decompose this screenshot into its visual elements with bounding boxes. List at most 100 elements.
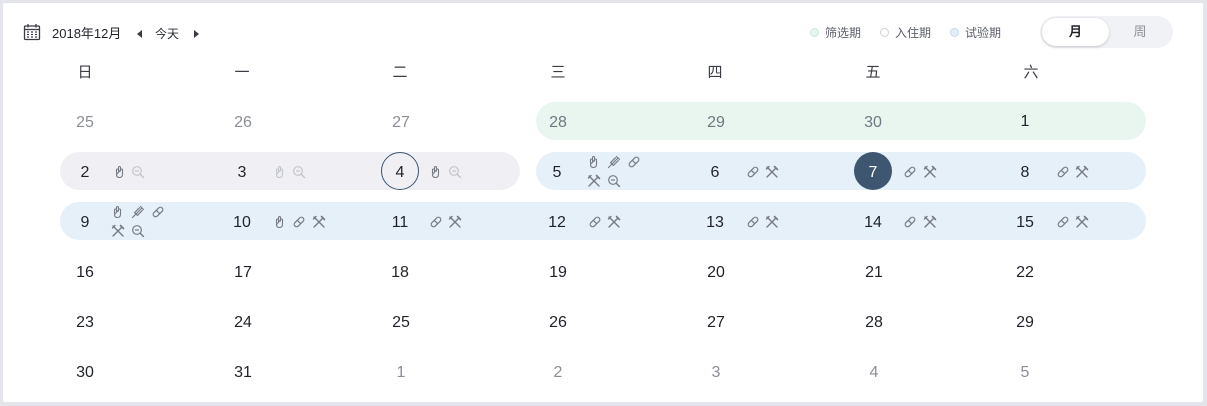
weekday-wed: 三: [550, 64, 566, 81]
weekday-thu: 四: [707, 64, 723, 81]
day-cell[interactable]: 21: [859, 263, 889, 283]
today-day-cell[interactable]: 4: [385, 163, 415, 183]
today-button[interactable]: 今天: [155, 26, 179, 42]
legend-dot-trial: [950, 28, 959, 37]
day-cell[interactable]: 18: [385, 263, 415, 283]
legend-label: 入住期: [895, 26, 932, 40]
pill-icon: [903, 215, 917, 229]
pill-icon: [903, 165, 917, 179]
tools-icon: [923, 215, 937, 229]
day-cell[interactable]: 2: [543, 363, 573, 383]
day-cell[interactable]: 11: [385, 213, 415, 233]
day-cell[interactable]: 26: [543, 313, 573, 333]
day-cell[interactable]: 28: [543, 113, 573, 133]
day-cell[interactable]: 5: [542, 163, 572, 183]
tools-icon: [111, 224, 125, 238]
day-cell[interactable]: 1: [1010, 112, 1040, 132]
day-cell[interactable]: 4: [859, 363, 889, 383]
day-cell[interactable]: 12: [542, 213, 572, 233]
day-cell[interactable]: 2: [70, 163, 100, 183]
day-cell[interactable]: 19: [543, 263, 573, 283]
tools-icon: [1075, 215, 1089, 229]
month-view-button[interactable]: 月: [1042, 18, 1109, 46]
caret-right-icon[interactable]: [190, 25, 202, 43]
day-cell[interactable]: 17: [228, 263, 258, 283]
day-cell[interactable]: 26: [228, 113, 258, 133]
legend-dot-screening: [810, 28, 819, 37]
day-cell[interactable]: 8: [1010, 163, 1040, 183]
trial-period-band: [60, 202, 1146, 240]
day-cell[interactable]: 23: [70, 313, 100, 333]
pill-icon: [151, 205, 165, 219]
day-cell[interactable]: 15: [1010, 213, 1040, 233]
hand-icon: [429, 165, 443, 179]
pill-icon: [588, 215, 602, 229]
day-cell[interactable]: 9: [70, 213, 100, 233]
pill-icon: [746, 165, 760, 179]
pill-icon: [1056, 215, 1070, 229]
tools-icon: [607, 215, 621, 229]
weekday-fri: 五: [865, 64, 881, 81]
week-view-button[interactable]: 周: [1109, 18, 1171, 46]
legend-label: 试验期: [965, 26, 1002, 40]
caret-left-icon[interactable]: [134, 25, 146, 43]
day-cell[interactable]: 25: [70, 113, 100, 133]
day-cell[interactable]: 29: [701, 113, 731, 133]
tools-icon: [765, 165, 779, 179]
legend-label: 筛选期: [825, 26, 862, 40]
tools-icon: [312, 215, 326, 229]
day-cell[interactable]: 24: [228, 313, 258, 333]
weekday-sun: 日: [77, 64, 93, 81]
tools-icon: [765, 215, 779, 229]
legend-dot-checkin: [880, 28, 889, 37]
day-cell[interactable]: 27: [701, 313, 731, 333]
day-cell[interactable]: 27: [386, 113, 416, 133]
hand-icon: [273, 165, 287, 179]
syringe-icon: [607, 155, 621, 169]
day-cell[interactable]: 6: [700, 163, 730, 183]
day-cell[interactable]: 20: [701, 263, 731, 283]
view-toggle: 月 周: [1040, 16, 1173, 48]
weekday-tue: 二: [392, 64, 408, 81]
day-cell[interactable]: 16: [70, 263, 100, 283]
selected-day-cell[interactable]: 7: [858, 163, 888, 183]
day-cell[interactable]: 14: [858, 213, 888, 233]
zoom-out-icon: [448, 165, 462, 179]
day-cell[interactable]: 25: [386, 313, 416, 333]
hand-icon: [273, 215, 287, 229]
weekday-sat: 六: [1023, 64, 1039, 81]
weekday-mon: 一: [234, 64, 250, 81]
pill-icon: [429, 215, 443, 229]
day-cell[interactable]: 5: [1010, 363, 1040, 383]
day-cell[interactable]: 29: [1010, 313, 1040, 333]
day-cell[interactable]: 1: [386, 363, 416, 383]
pill-icon: [1056, 165, 1070, 179]
tools-icon: [923, 165, 937, 179]
day-cell[interactable]: 3: [701, 363, 731, 383]
day-cell[interactable]: 28: [859, 313, 889, 333]
zoom-out-icon: [131, 224, 145, 238]
hand-icon: [587, 155, 601, 169]
pill-icon: [746, 215, 760, 229]
calendar-icon[interactable]: [23, 23, 41, 41]
tools-icon: [1075, 165, 1089, 179]
tools-icon: [587, 174, 601, 188]
day-cell[interactable]: 10: [227, 213, 257, 233]
day-cell[interactable]: 13: [700, 213, 730, 233]
screening-period-band: [536, 102, 1146, 140]
pill-icon: [627, 155, 641, 169]
hand-icon: [111, 205, 125, 219]
zoom-out-icon: [131, 165, 145, 179]
calendar-card: 2018年12月 今天 筛选期 入住期 试验期 月 周 日 一 二 三 四 五 …: [3, 3, 1203, 402]
hand-icon: [113, 165, 127, 179]
day-cell[interactable]: 30: [70, 363, 100, 383]
day-cell[interactable]: 3: [227, 163, 257, 183]
zoom-out-icon: [607, 174, 621, 188]
pill-icon: [292, 215, 306, 229]
zoom-out-icon: [292, 165, 306, 179]
day-cell[interactable]: 22: [1010, 263, 1040, 283]
day-cell[interactable]: 30: [858, 113, 888, 133]
month-title: 2018年12月: [52, 26, 122, 41]
tools-icon: [448, 215, 462, 229]
day-cell[interactable]: 31: [228, 363, 258, 383]
